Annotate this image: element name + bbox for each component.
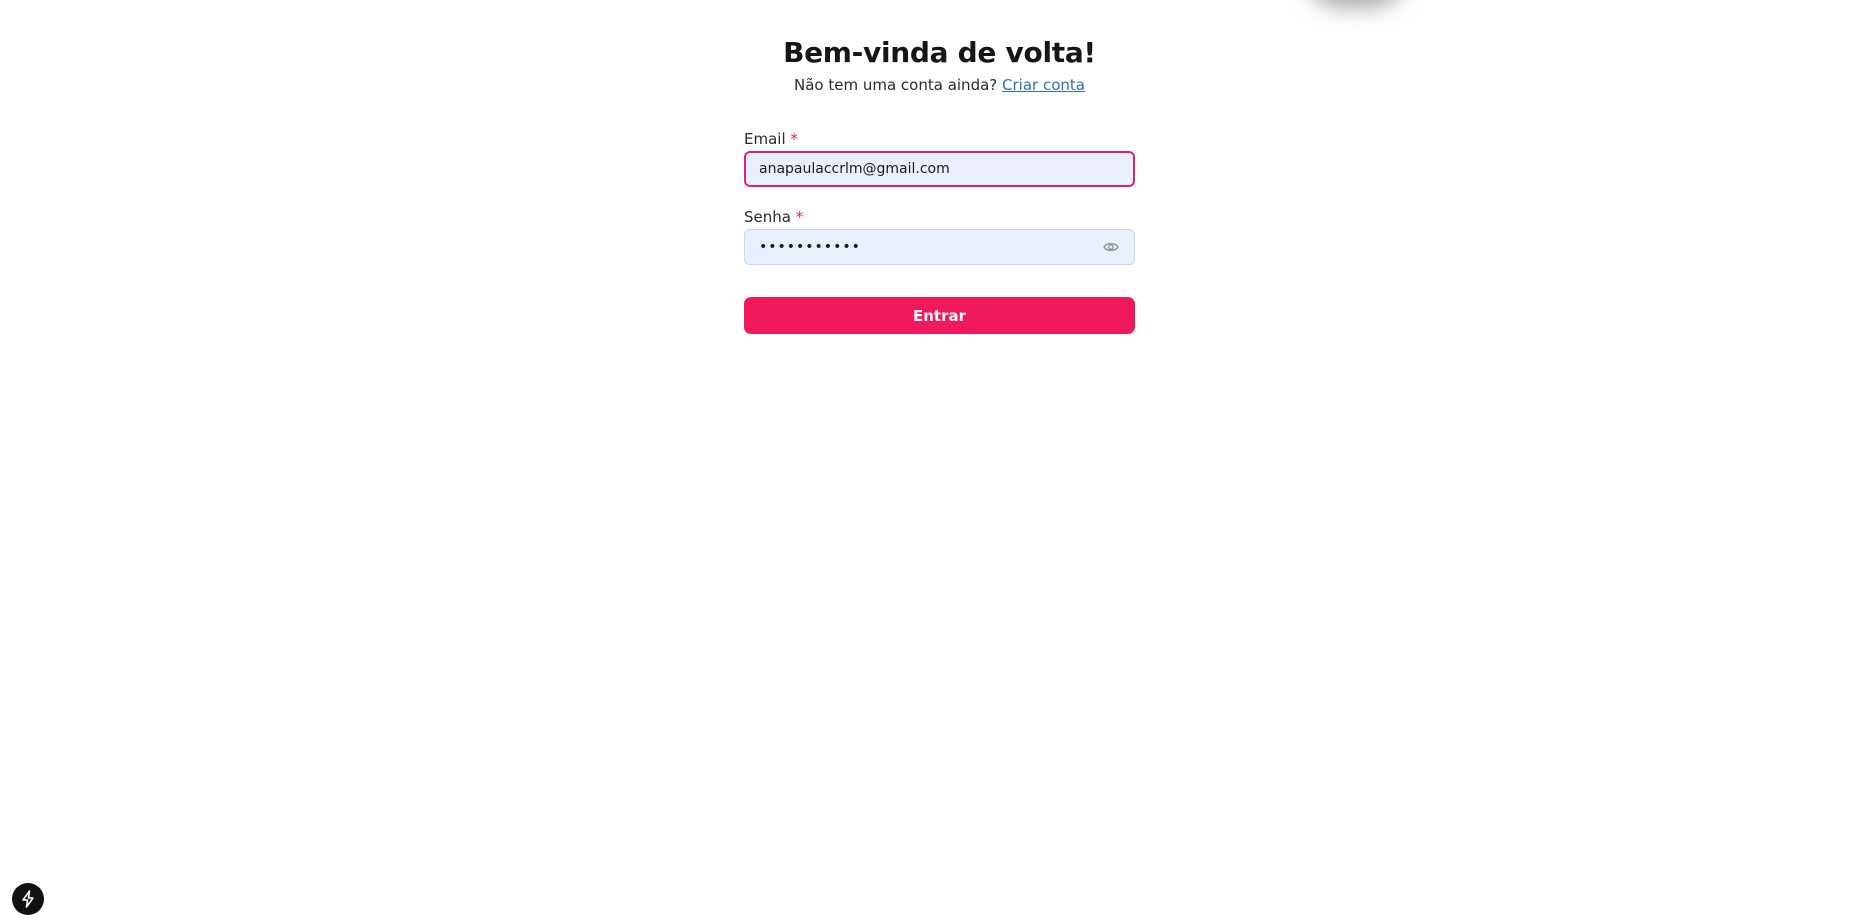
password-label-text: Senha [744, 208, 791, 226]
password-required-mark: * [795, 208, 804, 226]
email-label-text: Email [744, 130, 786, 148]
email-field[interactable] [759, 161, 1120, 177]
email-required-mark: * [790, 130, 798, 148]
password-label: Senha * [744, 208, 803, 226]
signup-prompt: Não tem uma conta ainda? Criar conta [744, 76, 1135, 94]
page-title: Bem-vinda de volta! [783, 36, 1096, 69]
lightning-icon[interactable] [12, 883, 44, 915]
password-masked-value: ••••••••••• [759, 239, 861, 255]
signup-prompt-text: Não tem uma conta ainda? [794, 76, 998, 94]
signup-link[interactable]: Criar conta [1002, 76, 1085, 94]
login-page: Bem-vinda de volta! Não tem uma conta ai… [0, 0, 1868, 917]
email-field-wrapper [744, 151, 1135, 187]
email-label: Email * [744, 130, 798, 148]
password-field[interactable]: ••••••••••• [744, 229, 1135, 265]
eye-icon[interactable] [1102, 238, 1120, 256]
login-button[interactable]: Entrar [744, 297, 1135, 334]
